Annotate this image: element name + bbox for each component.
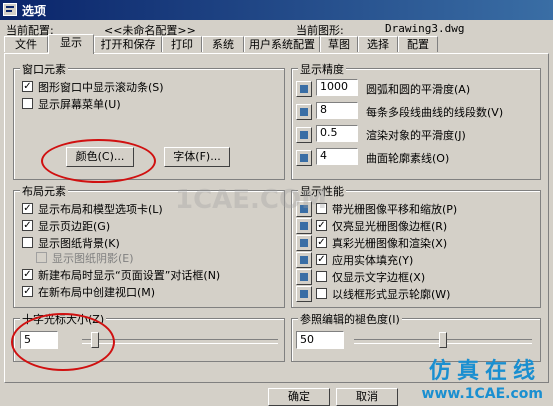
app-icon [3,3,17,16]
solid-fill-icon [296,252,312,268]
tab-profiles[interactable]: 配置 [398,36,438,52]
layout-tabs-label: 显示布局和模型选项卡(L) [38,203,163,216]
xref-fade-input[interactable]: 50 [296,331,344,349]
solid-fill-label: 应用实体填充(Y) [332,254,414,267]
tab-user-prefs[interactable]: 用户系统配置 [244,36,320,52]
layout-tabs-checkbox[interactable]: ✓ [22,203,33,214]
page-setup-label: 新建布局时显示“页面设置”对话框(N) [38,269,221,282]
raster-frame-label: 仅亮显光栅图像边框(R) [332,220,448,233]
render-smoothness-icon [296,127,312,143]
margins-label: 显示页边距(G) [38,220,111,233]
watermark-site-url: www.1CAE.com [421,386,543,402]
polyline-segments-label: 每条多段线曲线的线段数(V) [366,106,504,119]
crosshair-group: 十字光标大小(Z) 5 [13,311,285,362]
contour-lines-icon [296,150,312,166]
xref-fade-title: 参照编辑的褪色度(I) [298,311,402,327]
tab-system[interactable]: 系统 [202,36,244,52]
tab-drafting[interactable]: 草图 [320,36,358,52]
paper-background-checkbox[interactable] [22,237,33,248]
tab-selection[interactable]: 选择 [358,36,398,52]
display-resolution-title: 显示精度 [298,61,346,77]
wireframe-silhouette-icon [296,286,312,302]
create-viewport-checkbox[interactable]: ✓ [22,286,33,297]
window-elements-title: 窗口元素 [20,61,68,77]
colors-button[interactable]: 颜色(C)... [66,147,134,167]
solid-fill-checkbox[interactable]: ✓ [316,254,327,265]
arc-smoothness-label: 圆弧和圆的平滑度(A) [366,83,471,96]
paper-shadow-label: 显示图纸阴影(E) [52,252,134,265]
page-setup-checkbox[interactable]: ✓ [22,269,33,280]
display-resolution-group: 显示精度 1000 圆弧和圆的平滑度(A) 8 每条多段线曲线的线段数(V) 0… [291,61,541,180]
scrollbars-checkbox[interactable]: ✓ [22,81,33,92]
crosshair-size-input[interactable]: 5 [20,331,58,349]
polyline-segments-input[interactable]: 8 [316,102,358,119]
margins-checkbox[interactable]: ✓ [22,220,33,231]
arc-smoothness-icon [296,81,312,97]
polyline-segments-icon [296,104,312,120]
raster-frame-checkbox[interactable]: ✓ [316,220,327,231]
ok-button[interactable]: 确定 [268,388,330,406]
display-performance-group: 显示性能 带光栅图像平移和缩放(P) ✓ 仅亮显光栅图像边框(R) ✓ 真彩光栅… [291,183,541,308]
arc-smoothness-input[interactable]: 1000 [316,79,358,96]
fonts-button[interactable]: 字体(F)... [164,147,230,167]
crosshair-title: 十字光标大小(Z) [20,311,107,327]
tab-files[interactable]: 文件 [4,36,48,52]
cancel-button[interactable]: 取消 [336,388,398,406]
contour-lines-input[interactable]: 4 [316,148,358,165]
xref-fade-slider-thumb[interactable] [439,332,447,348]
tab-display[interactable]: 显示 [48,34,94,54]
create-viewport-label: 在新布局中创建视口(M) [38,286,156,299]
text-frame-checkbox[interactable] [316,271,327,282]
tab-print[interactable]: 打印 [162,36,202,52]
crosshair-slider-track[interactable] [82,339,278,344]
render-smoothness-label: 渲染对象的平滑度(J) [366,129,466,142]
true-color-icon [296,235,312,251]
render-smoothness-input[interactable]: 0.5 [316,125,358,142]
display-tab-panel: 窗口元素 ✓ 图形窗口中显示滚动条(S) 显示屏幕菜单(U) 颜色(C)... … [4,53,549,383]
watermark-site-cn: 仿真在线 [428,359,541,384]
screen-menu-checkbox[interactable] [22,98,33,109]
crosshair-slider-thumb[interactable] [91,332,100,348]
paper-shadow-checkbox[interactable] [36,252,47,263]
scrollbars-label: 图形窗口中显示滚动条(S) [38,81,164,94]
current-drawing-value: Drawing3.dwg [385,22,465,35]
contour-lines-label: 曲面轮廓素线(O) [366,152,450,165]
raster-frame-icon [296,218,312,234]
layout-elements-title: 布局元素 [20,183,68,199]
screen-menu-label: 显示屏幕菜单(U) [38,98,121,111]
window-title: 选项 [22,4,47,18]
true-color-label: 真彩光栅图像和渲染(X) [332,237,448,250]
window-elements-group: 窗口元素 ✓ 图形窗口中显示滚动条(S) 显示屏幕菜单(U) 颜色(C)... … [13,61,285,180]
tab-open-save[interactable]: 打开和保存 [94,36,162,52]
raster-pan-label: 带光栅图像平移和缩放(P) [332,203,458,216]
wireframe-silhouette-checkbox[interactable] [316,288,327,299]
text-frame-icon [296,269,312,285]
true-color-checkbox[interactable]: ✓ [316,237,327,248]
text-frame-label: 仅显示文字边框(X) [332,271,426,284]
wireframe-silhouette-label: 以线框形式显示轮廓(W) [332,288,451,301]
paper-background-label: 显示图纸背景(K) [38,237,120,250]
title-bar: 选项 [0,0,553,20]
watermark-center: 1CAE.COM [175,185,327,215]
